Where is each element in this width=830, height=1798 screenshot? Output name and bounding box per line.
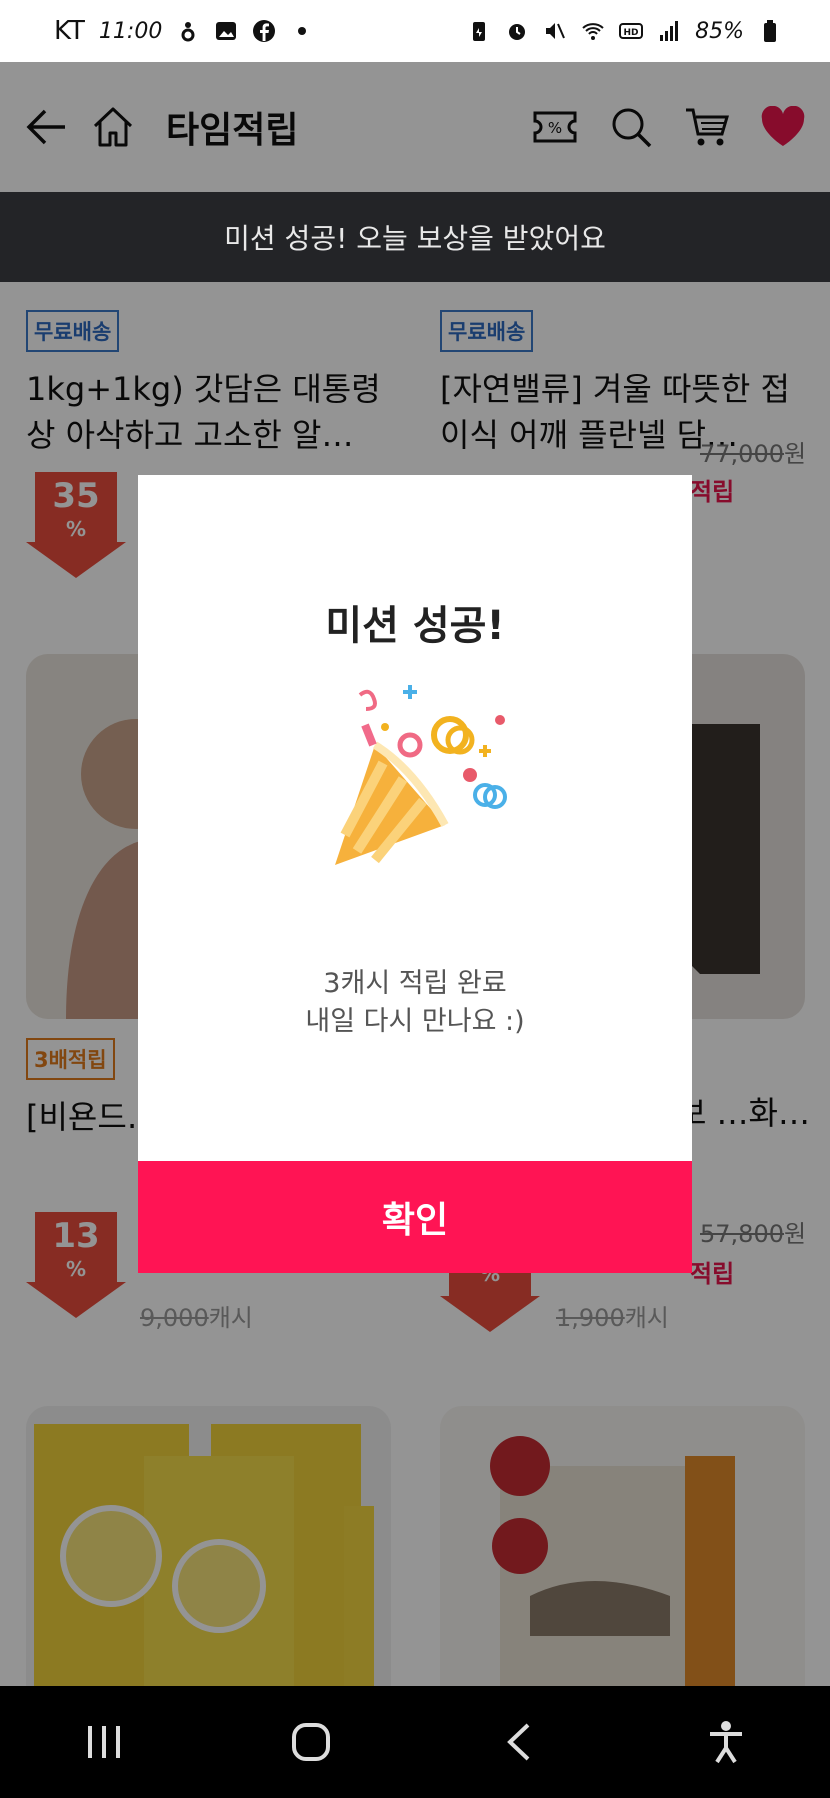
notification-icon: [181, 22, 195, 42]
battery-icon: [764, 20, 776, 42]
hd-icon: HD: [619, 23, 644, 39]
recent-apps-button[interactable]: [64, 1702, 144, 1782]
facebook-icon: [253, 20, 276, 42]
mission-toast: 미션 성공! 오늘 보상을 받았어요: [0, 192, 830, 282]
dot-icon: [298, 27, 307, 35]
back-icon: [506, 1723, 530, 1761]
battery-saver-icon: [473, 22, 486, 41]
accessibility-button[interactable]: [686, 1702, 766, 1782]
system-nav-bar: [0, 1686, 830, 1798]
party-popper-icon: [335, 685, 507, 865]
signal-icon: [660, 21, 679, 41]
mission-success-dialog: 미션 성공! 3캐시 적립 완료 내일 다시 만나요 :) 확인: [138, 475, 692, 1273]
gallery-icon: [216, 22, 237, 40]
home-button-icon: [292, 1723, 331, 1761]
battery-percent: 85%: [695, 18, 744, 44]
status-left: KT 11:00: [54, 16, 314, 46]
dialog-message: 3캐시 적립 완료 내일 다시 만나요 :): [138, 965, 692, 1041]
alarm-icon: [509, 24, 526, 40]
dialog-title: 미션 성공!: [325, 603, 505, 649]
home-nav-button[interactable]: [271, 1702, 351, 1782]
mute-icon: [546, 23, 566, 39]
clock: 11:00: [98, 18, 163, 44]
message-line-1: 3캐시 적립 완료: [323, 968, 507, 999]
confirm-button[interactable]: 확인: [138, 1161, 692, 1273]
status-bar: KT 11:00 HD 85%: [0, 0, 830, 62]
recent-apps-icon: [87, 1726, 120, 1758]
wifi-icon: [582, 23, 604, 40]
svg-text:HD: HD: [624, 28, 639, 38]
carrier-label: KT: [54, 16, 85, 46]
back-nav-button[interactable]: [479, 1702, 559, 1782]
status-right: HD 85%: [467, 19, 782, 44]
accessibility-icon: [710, 1721, 743, 1764]
message-line-2: 내일 다시 만나요 :): [305, 1006, 525, 1037]
